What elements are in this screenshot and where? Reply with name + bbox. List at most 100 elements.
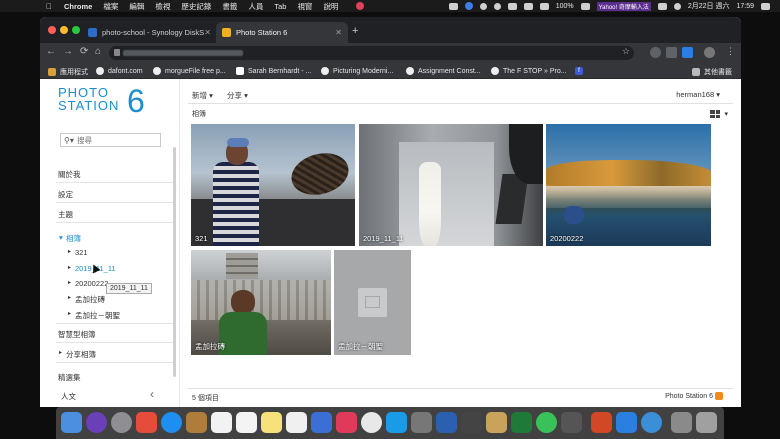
chevron-right-icon[interactable]: ▸ xyxy=(68,264,71,271)
reminders-icon[interactable] xyxy=(236,412,257,433)
grid-view-icon[interactable] xyxy=(710,110,720,118)
menu-people[interactable]: 人員 xyxy=(248,1,263,12)
siri-icon[interactable] xyxy=(673,2,681,10)
notes-icon[interactable] xyxy=(261,412,282,433)
album-thumbnail-bricks[interactable]: 孟加拉磚 xyxy=(191,250,331,355)
nav-featured[interactable]: 精選集 xyxy=(58,372,81,383)
input-method[interactable]: Yahoo! 奇摩輸入法 xyxy=(596,1,651,11)
apple-icon[interactable]:  xyxy=(46,2,52,11)
quicktime-icon[interactable] xyxy=(641,412,662,433)
preview-icon[interactable] xyxy=(486,412,507,433)
bookmark-morguefile[interactable]: morgueFile free p... xyxy=(153,67,226,75)
nav-album-20200222[interactable]: 20200222 xyxy=(75,279,108,288)
caret-down-icon[interactable]: ▾ xyxy=(724,110,728,118)
powerpoint-icon[interactable] xyxy=(591,412,612,433)
extension-icon[interactable] xyxy=(666,47,677,58)
sidebar-scrollbar[interactable] xyxy=(173,147,176,377)
nav-album-bricks[interactable]: 孟加拉磚 xyxy=(75,294,105,305)
close-tab-icon[interactable]: ✕ xyxy=(335,28,342,37)
menu-date[interactable]: 2月22日 週六 xyxy=(688,1,730,11)
chevron-right-icon[interactable]: ▸ xyxy=(59,349,62,356)
launchpad-icon[interactable] xyxy=(111,412,132,433)
camera-icon[interactable] xyxy=(461,412,482,433)
nav-smart-albums[interactable]: 智慧型相簿 xyxy=(58,329,96,340)
new-button[interactable]: 新增 ▾ xyxy=(192,90,213,101)
word-icon[interactable] xyxy=(436,412,457,433)
menu-tab[interactable]: Tab xyxy=(274,2,286,11)
album-thumbnail-20200222[interactable]: 20200222 xyxy=(546,124,711,246)
bookmark-picturing[interactable]: Picturing Moderni... xyxy=(321,67,393,75)
record-icon[interactable] xyxy=(356,2,364,10)
nav-shared-albums[interactable]: 分享相簿 xyxy=(66,349,96,360)
star-icon[interactable]: ☆ xyxy=(622,46,630,57)
menu-file[interactable]: 檔案 xyxy=(103,1,118,12)
user-menu[interactable]: herman168 ▾ xyxy=(676,90,720,99)
siri-icon[interactable] xyxy=(86,412,107,433)
album-thumbnail-321[interactable]: 321 xyxy=(191,124,355,246)
collapse-sidebar-icon[interactable]: ‹ xyxy=(150,387,154,401)
tab-synology[interactable]: photo-school - Synology DiskS ✕ xyxy=(82,22,217,43)
close-window-button[interactable] xyxy=(48,26,56,34)
chevron-right-icon[interactable]: ▸ xyxy=(68,294,71,301)
search-icon[interactable] xyxy=(657,2,667,10)
menu-app-name[interactable]: Chrome xyxy=(64,2,92,11)
photo-booth-icon[interactable] xyxy=(136,412,157,433)
nav-about[interactable]: 關於我 xyxy=(58,169,81,180)
photo-station-logo[interactable]: PHOTO STATION 6 xyxy=(58,85,145,117)
app-store-icon[interactable] xyxy=(386,412,407,433)
contacts-icon[interactable] xyxy=(186,412,207,433)
back-icon[interactable]: ← xyxy=(46,46,56,57)
menu-history[interactable]: 歷史記錄 xyxy=(181,1,211,12)
album-thumbnail-2019-11-11[interactable]: 2019_11_11 xyxy=(359,124,543,246)
share-button[interactable]: 分享 ▾ xyxy=(227,90,248,101)
rss-icon[interactable] xyxy=(715,392,723,400)
dropbox-icon[interactable] xyxy=(523,2,533,10)
chrome-menu-icon[interactable]: ⋮ xyxy=(726,46,735,57)
battery-icon[interactable] xyxy=(580,2,590,10)
downloads-icon[interactable] xyxy=(671,412,692,433)
forward-icon[interactable]: → xyxy=(63,46,73,57)
system-preferences-icon[interactable] xyxy=(411,412,432,433)
nav-albums[interactable]: 相簿 xyxy=(66,233,81,244)
menu-view[interactable]: 檢視 xyxy=(155,1,170,12)
screenshot-icon[interactable] xyxy=(561,412,582,433)
new-tab-button[interactable]: + xyxy=(352,25,358,37)
messages-icon[interactable] xyxy=(616,412,637,433)
extension-icon[interactable] xyxy=(650,47,661,58)
bluetooth-icon[interactable] xyxy=(479,2,487,10)
display-icon[interactable] xyxy=(448,2,458,10)
notification-center-icon[interactable] xyxy=(761,2,770,10)
music-icon[interactable] xyxy=(336,412,357,433)
reload-icon[interactable]: ⟳ xyxy=(80,46,88,57)
bookmark-fstop[interactable]: The F STOP » Pro... xyxy=(491,67,567,75)
wechat-icon[interactable] xyxy=(536,412,557,433)
bookmark-apps[interactable]: 應用程式 xyxy=(48,67,88,77)
other-bookmarks[interactable]: 其他書籤 xyxy=(692,67,732,77)
chrome-icon[interactable] xyxy=(361,412,382,433)
nav-theme[interactable]: 主題 xyxy=(58,209,73,220)
bookmark-facebook[interactable]: f xyxy=(575,67,583,75)
search-box[interactable]: ⚲▾ xyxy=(60,133,161,147)
finder-icon[interactable] xyxy=(61,412,82,433)
nav-settings[interactable]: 設定 xyxy=(58,189,73,200)
nav-album-321[interactable]: 321 xyxy=(75,248,88,257)
menu-help[interactable]: 說明 xyxy=(323,1,338,12)
nav-people[interactable]: 人文 xyxy=(61,391,76,402)
facetime-icon[interactable] xyxy=(311,412,332,433)
time-machine-icon[interactable] xyxy=(493,2,501,10)
menu-edit[interactable]: 編輯 xyxy=(129,1,144,12)
close-tab-icon[interactable]: ✕ xyxy=(204,28,211,37)
album-thumbnail-pilgrimage[interactable]: 孟加拉－朝聖 xyxy=(334,250,411,355)
bookmark-sarah[interactable]: Sarah Bernhardt - ... xyxy=(236,67,311,75)
search-icon[interactable]: ⚲▾ xyxy=(64,136,74,145)
photos-icon[interactable] xyxy=(286,412,307,433)
home-icon[interactable]: ⌂ xyxy=(95,46,101,57)
address-bar[interactable]: ☆ xyxy=(109,46,634,60)
safari-icon[interactable] xyxy=(161,412,182,433)
nav-albums-expand-icon[interactable]: ▾ xyxy=(59,233,63,242)
menu-bookmarks[interactable]: 書籤 xyxy=(222,1,237,12)
tab-photo-station[interactable]: Photo Station 6 ✕ xyxy=(216,22,348,43)
minimize-window-button[interactable] xyxy=(60,26,68,34)
trash-icon[interactable] xyxy=(696,412,717,433)
zoom-window-button[interactable] xyxy=(72,26,80,34)
